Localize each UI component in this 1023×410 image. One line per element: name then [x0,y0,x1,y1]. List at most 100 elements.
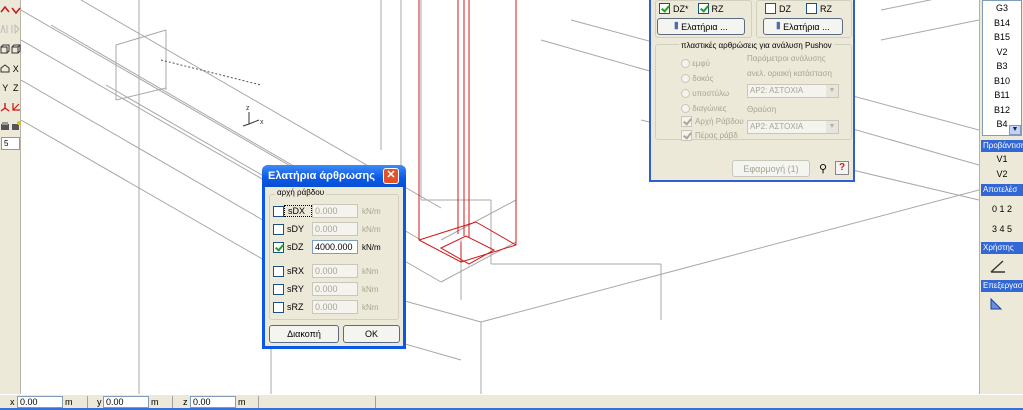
unit-label: kNm [362,266,379,276]
limit-state-select[interactable]: ΑΡ2: ΑΣΤΟΧΙΑ ▼ [747,84,839,98]
list-item[interactable]: B12 [983,103,1021,118]
list-item[interactable]: B11 [983,88,1021,103]
srz-field[interactable]: 0.000 [312,300,358,314]
triangle-ruler-icon[interactable] [988,296,1008,312]
spring-button-left-label: Ελατήρια ... [681,21,728,32]
rz-label: RZ [711,3,724,14]
srx-field[interactable]: 0.000 [312,264,358,278]
unit-label: m [65,397,73,407]
cancel-button[interactable]: Διακοπή [269,325,339,343]
section-header-results[interactable]: Αποτελέσ [981,184,1023,196]
spring-row-sdy: sDY 0.000 kN/m [273,222,381,236]
sry-label: sRY [287,284,304,294]
section-b-icon[interactable] [11,23,21,35]
axes-xy-icon[interactable] [11,101,21,113]
radio-option[interactable] [681,74,690,84]
y-coordinate-field[interactable]: 0.00 [103,396,149,408]
spinner-value: 5 [4,139,9,148]
list-item[interactable]: B15 [983,30,1021,45]
close-icon: ✕ [386,169,396,181]
sdz-checkbox[interactable] [273,241,284,253]
end-checkbox[interactable] [681,130,692,141]
list-item[interactable]: B10 [983,74,1021,89]
x-view-button[interactable]: X [11,63,21,75]
start-label: Αρχή Ράβδου [695,117,744,126]
radio-option[interactable] [681,104,690,114]
rz-right-label: RZ [820,3,832,14]
list-item[interactable]: B3 [983,59,1021,74]
list-item[interactable]: B14 [983,16,1021,31]
results-row[interactable]: 3 4 5 [981,224,1023,234]
section-header-user[interactable]: Χρήστης [981,242,1023,254]
radio-group: εμφύ δοκός υποστύλω διαγώνιες [681,56,729,116]
results-row[interactable]: 0 1 2 [981,204,1023,214]
section-header-edit[interactable]: Επεξεργασ [981,280,1023,292]
right-panel: G3 B14 B15 V2 B3 B10 B11 B12 B4 B6 ▼ Προ… [979,0,1023,394]
x-label: x [10,397,15,407]
start-checkbox[interactable] [681,116,692,127]
section-header-advance[interactable]: Προβάντιση [981,140,1023,152]
close-button[interactable]: ✕ [383,168,399,184]
radio-option[interactable] [681,59,690,69]
srx-checkbox[interactable] [273,265,284,277]
dz-checkbox[interactable] [765,3,776,14]
rz-checkbox[interactable] [697,3,709,14]
ok-button-label: OK [364,329,378,339]
axes-icon[interactable] [0,101,10,113]
spring-row-sdx: sDX 0.000 kN/m [273,204,381,218]
pen-icon[interactable] [988,258,1008,274]
scroll-down-icon[interactable]: ▼ [1009,125,1021,135]
ok-button[interactable]: OK [343,325,400,343]
render-icon[interactable] [0,120,10,132]
spring-button-right-label: Ελατήρια ... [783,21,830,32]
radio-label: υποστύλω [692,89,730,98]
chevron-up-icon[interactable] [0,4,10,16]
chevron-down-icon: ▼ [826,85,838,97]
help-button[interactable]: ? [835,161,849,175]
axis-label-z: z [246,105,250,112]
rotate-icon[interactable] [0,63,10,75]
sdx-field[interactable]: 0.000 [312,204,358,218]
left-toolbar: X Y Z 5 [0,0,21,394]
chevron-down-icon[interactable] [11,4,21,16]
sdy-field[interactable]: 0.000 [312,222,358,236]
x-coordinate-field[interactable]: 0.00 [17,396,63,408]
binoculars-icon[interactable]: ⚲ [815,162,831,176]
render-alt-icon[interactable] [11,120,21,132]
rz-right-checkbox[interactable] [806,3,817,14]
z-coordinate-field[interactable]: 0.00 [190,396,236,408]
element-properties-dialog: DZ* RZ DZ RZ ⫴ Ελατήρια ... ⫴ Ελατήρια .… [649,0,855,182]
radio-label: διαγώνιες [692,104,727,113]
threshold-value: ΑΡ2: ΑΣΤΟΧΙΑ [750,122,804,131]
apply-button[interactable]: Εφαρμογή (1) [732,160,810,177]
list-item[interactable]: G3 [983,1,1021,16]
section-a-icon[interactable] [0,23,10,35]
spring-button-left[interactable]: ⫴ Ελατήρια ... [657,18,745,35]
sdz-label: sDZ [287,242,304,252]
z-view-button[interactable]: Z [11,82,21,94]
sdx-checkbox[interactable] [273,205,284,217]
sry-field[interactable]: 0.000 [312,282,358,296]
spring-row-srz: sRZ 0.000 kNm [273,300,378,314]
spring-icon: ⫴ [674,21,679,31]
sdy-checkbox[interactable] [273,223,284,235]
pushover-group-title: πλαστικές αρθρώσεις για ανάλυση Pushov [679,41,834,50]
list-item[interactable]: V1 [981,154,1023,164]
radio-option[interactable] [681,89,690,99]
sdz-field[interactable]: 4000.000 [312,240,358,254]
member-list[interactable]: G3 B14 B15 V2 B3 B10 B11 B12 B4 B6 ▼ [982,0,1022,136]
y-view-button[interactable]: Y [0,82,10,94]
dz-star-checkbox[interactable] [659,3,670,14]
srz-checkbox[interactable] [273,301,284,313]
list-item[interactable]: V2 [981,169,1023,179]
box-view-icon[interactable] [0,43,10,55]
list-item[interactable]: V2 [983,45,1021,60]
threshold-select[interactable]: ΑΡ2: ΑΣΤΟΧΙΑ ▼ [747,120,839,134]
sry-checkbox[interactable] [273,283,284,295]
spring-button-right[interactable]: ⫴ Ελατήρια ... [763,18,843,35]
box-view-alt-icon[interactable] [11,43,21,55]
unit-label: kNm [362,284,379,294]
view-spinner[interactable]: 5 [1,137,20,150]
z-label: z [183,397,188,407]
y-label: y [97,397,102,407]
